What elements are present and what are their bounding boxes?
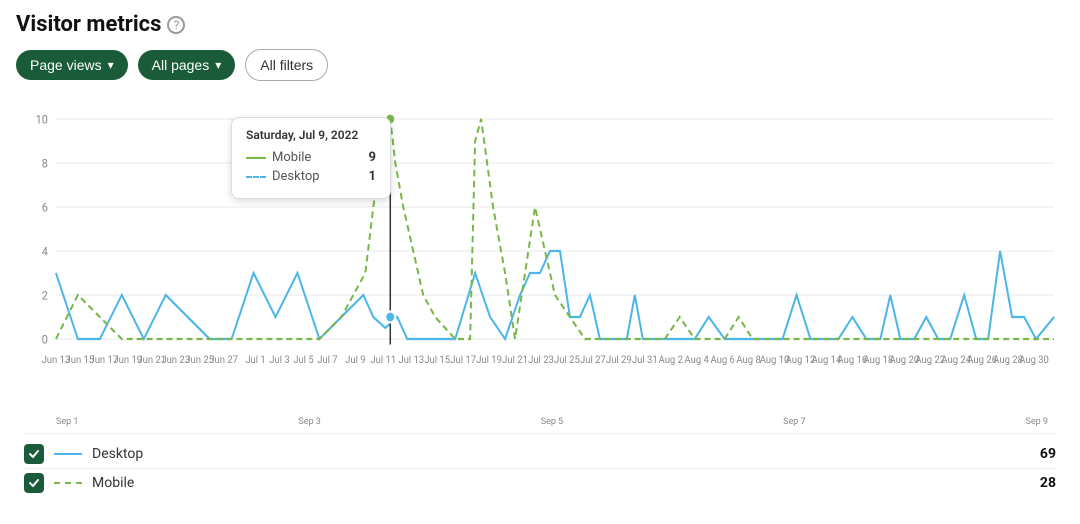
svg-text:Jul 17: Jul 17 xyxy=(450,355,476,367)
svg-text:Jul 11: Jul 11 xyxy=(370,355,396,367)
svg-text:Aug 2: Aug 2 xyxy=(659,355,684,367)
svg-text:Jul 25: Jul 25 xyxy=(554,355,580,367)
svg-text:Aug 4: Aug 4 xyxy=(685,355,710,367)
svg-text:Jul 19: Jul 19 xyxy=(476,355,502,367)
svg-text:Jul 29: Jul 29 xyxy=(606,355,632,367)
page-views-button[interactable]: Page views xyxy=(16,50,128,80)
svg-text:Jul 9: Jul 9 xyxy=(345,355,365,367)
chart-area: 10 8 6 4 2 0 Jun 13 Jun 15 Jun 17 Jun 19… xyxy=(16,97,1064,427)
desktop-legend-label: Desktop xyxy=(92,446,1030,462)
tooltip-mobile-label: Mobile xyxy=(246,150,311,165)
svg-text:Jun 27: Jun 27 xyxy=(209,355,238,367)
legend: Desktop 69 Mobile 28 xyxy=(16,433,1064,497)
mobile-checkbox[interactable] xyxy=(24,473,44,493)
tooltip-desktop-label: Desktop xyxy=(246,169,320,184)
mobile-legend-line xyxy=(54,482,82,484)
svg-text:Jul 27: Jul 27 xyxy=(580,355,606,367)
svg-text:Jul 13: Jul 13 xyxy=(398,355,424,367)
svg-text:8: 8 xyxy=(42,156,48,171)
page-title: Visitor metrics xyxy=(16,12,161,37)
svg-text:10: 10 xyxy=(36,112,48,127)
svg-text:4: 4 xyxy=(42,244,49,259)
desktop-legend-line xyxy=(54,453,82,455)
svg-text:2: 2 xyxy=(42,288,49,303)
svg-text:Aug 30: Aug 30 xyxy=(1019,355,1049,367)
tooltip-desktop-row: Desktop 1 xyxy=(246,169,376,184)
tooltip-date: Saturday, Jul 9, 2022 xyxy=(246,128,376,142)
legend-mobile-row: Mobile 28 xyxy=(24,469,1056,497)
legend-desktop-row: Desktop 69 xyxy=(24,440,1056,468)
svg-text:Aug 6: Aug 6 xyxy=(710,355,735,367)
all-filters-button[interactable]: All filters xyxy=(245,49,328,81)
svg-text:Jul 1: Jul 1 xyxy=(245,355,265,367)
svg-text:Aug 8: Aug 8 xyxy=(736,355,761,367)
svg-text:Jul 21: Jul 21 xyxy=(502,355,528,367)
svg-text:0: 0 xyxy=(42,332,48,347)
toolbar: Page views All pages All filters xyxy=(16,49,1064,81)
svg-text:Jul 7: Jul 7 xyxy=(317,355,338,367)
all-pages-button[interactable]: All pages xyxy=(138,50,236,80)
desktop-checkbox[interactable] xyxy=(24,444,44,464)
page-header: Visitor metrics ? xyxy=(16,12,1064,37)
help-icon[interactable]: ? xyxy=(167,16,185,34)
svg-text:Jul 5: Jul 5 xyxy=(293,355,314,367)
main-container: Visitor metrics ? Page views All pages A… xyxy=(0,0,1080,524)
mobile-line xyxy=(56,119,1054,339)
tooltip-mobile-value: 9 xyxy=(369,150,376,165)
mobile-legend-count: 28 xyxy=(1040,475,1056,491)
mobile-legend-label: Mobile xyxy=(92,475,1030,491)
mobile-line-icon xyxy=(246,157,266,159)
svg-text:Jul 23: Jul 23 xyxy=(528,355,554,367)
chart-svg: 10 8 6 4 2 0 Jun 13 Jun 15 Jun 17 Jun 19… xyxy=(16,97,1064,427)
svg-text:Jul 15: Jul 15 xyxy=(424,355,450,367)
tooltip-mobile-row: Mobile 9 xyxy=(246,150,376,165)
svg-text:Jul 3: Jul 3 xyxy=(269,355,289,367)
checkmark-icon-2 xyxy=(28,477,40,489)
desktop-line-icon xyxy=(246,176,266,178)
tooltip-desktop-value: 1 xyxy=(369,169,376,184)
svg-text:Jul 31: Jul 31 xyxy=(632,355,658,367)
svg-text:6: 6 xyxy=(42,200,48,215)
checkmark-icon xyxy=(28,448,40,460)
chart-tooltip: Saturday, Jul 9, 2022 Mobile 9 Desktop 1 xyxy=(231,117,391,199)
desktop-legend-count: 69 xyxy=(1040,446,1056,462)
